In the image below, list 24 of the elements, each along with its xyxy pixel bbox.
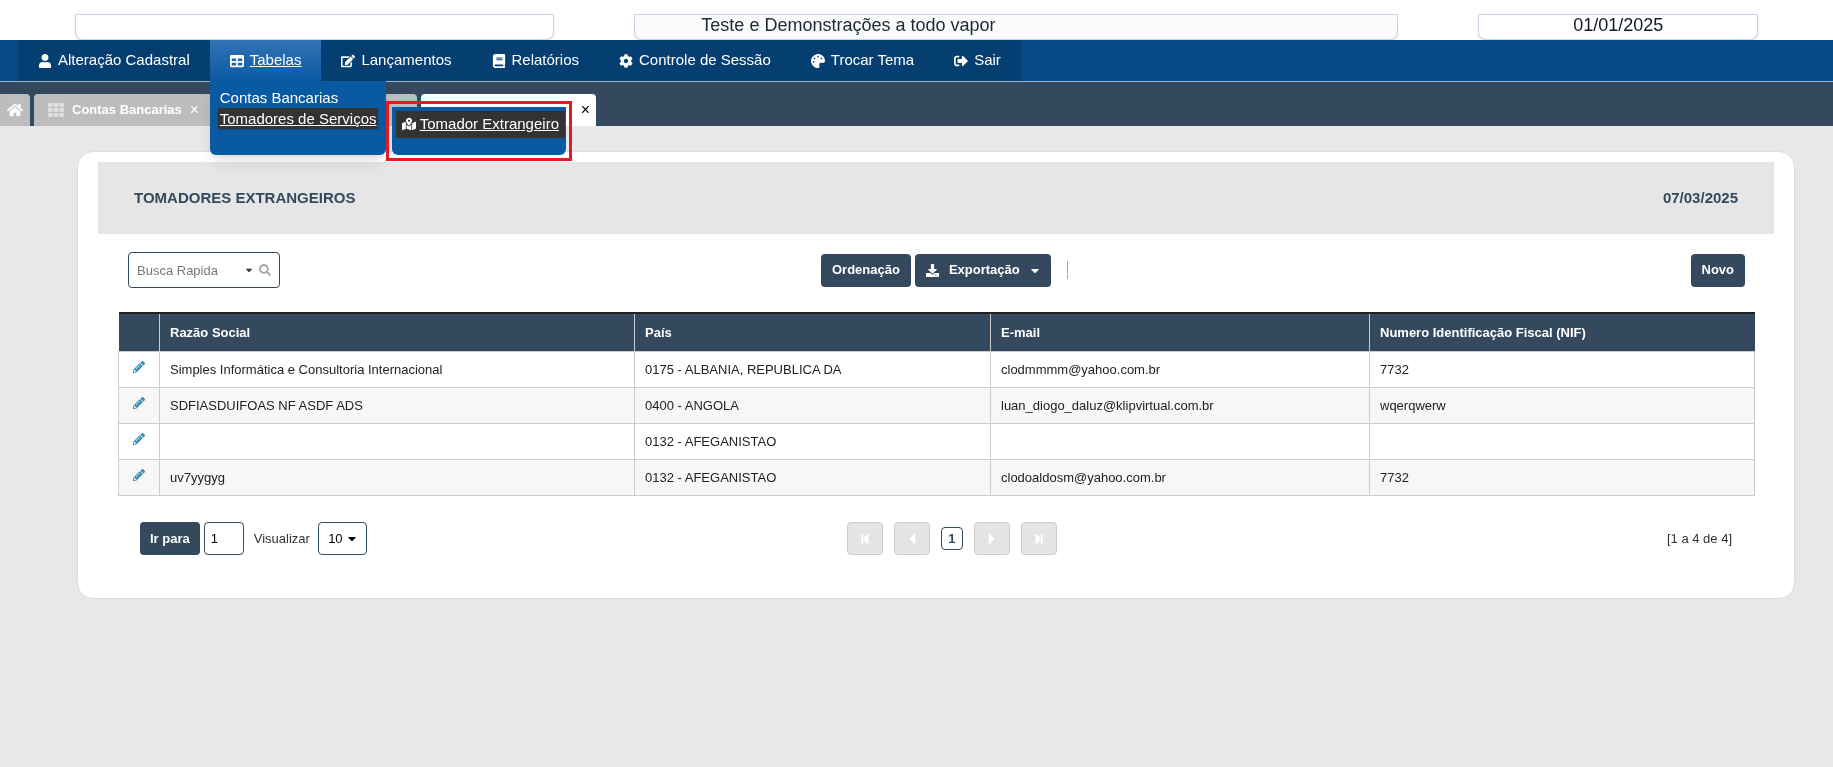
table-cell: uv7yygyg: [170, 469, 225, 485]
view-label: Visualizar: [253, 529, 310, 548]
notice-text: Teste e Demonstrações a todo vapor: [700, 15, 996, 35]
date-text: 01/01/2025: [1573, 15, 1664, 35]
table-cell: 7732: [1380, 469, 1409, 485]
panel-date: 07/03/2025: [1662, 187, 1738, 208]
column-header: Numero Identificação Fiscal (NIF): [1369, 313, 1755, 351]
record-summary: [1 a 4 de 4]: [1666, 529, 1732, 548]
panel-title: TOMADORES EXTRANGEIROS: [134, 187, 356, 208]
table-cell: 0132 - AFEGANISTAO: [645, 469, 777, 485]
table-cell: clodmmmm@yahoo.com.br: [1001, 361, 1161, 377]
table-cell: luan_diogo_daluz@klipvirtual.com.br: [1001, 397, 1214, 413]
table-cell: 7732: [1380, 361, 1409, 377]
table-cell: 0400 - ANGOLA: [645, 397, 739, 413]
column-header: Razão Social: [159, 313, 635, 351]
column-header: E-mail: [990, 313, 1370, 351]
table-cell: clodoaldosm@yahoo.com.br: [1001, 469, 1166, 485]
tab-label: Contas Bancarias: [72, 101, 182, 120]
table-cell: SDFIASDUIFOAS NF ASDF ADS: [170, 397, 363, 413]
table-cell: 0175 - ALBANIA, REPUBLICA DA: [645, 361, 842, 377]
column-header: País: [634, 313, 991, 351]
table-cell: Simples Informática e Consultoria Internacional: [170, 361, 443, 377]
table-cell: 0132 - AFEGANISTAO: [645, 433, 777, 449]
table-cell: wqerqwerw: [1380, 397, 1446, 413]
